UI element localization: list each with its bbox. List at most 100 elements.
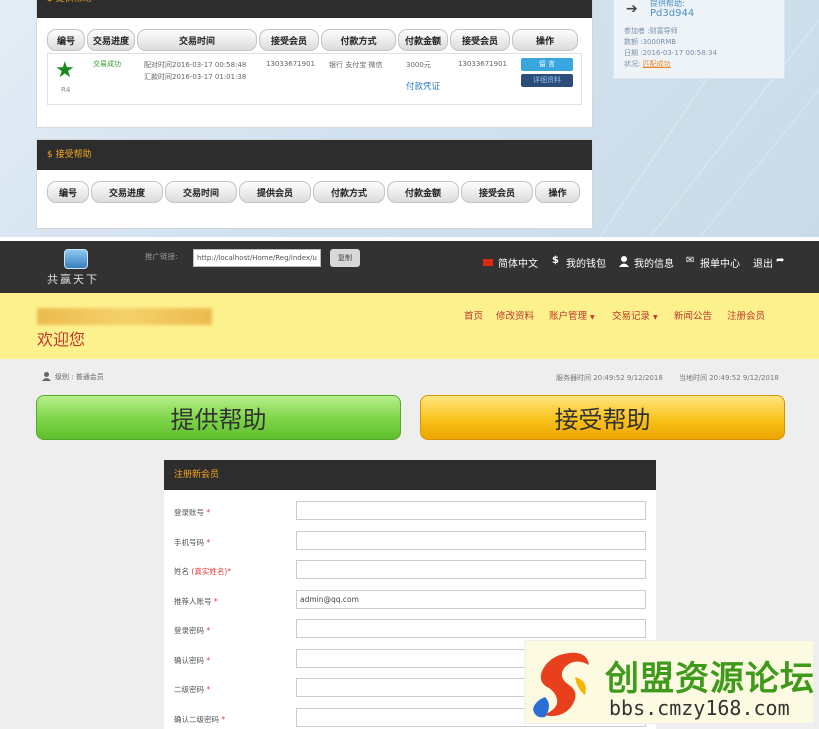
welcome-text: 欢迎您 <box>37 330 86 349</box>
menu-account[interactable]: 账户管理 ▼ <box>549 308 595 322</box>
wallet-icon: $ <box>552 255 559 266</box>
label-text: 手机号码 <box>174 538 204 547</box>
login-account-input[interactable] <box>296 501 646 520</box>
blurred-username <box>37 308 212 325</box>
menu-home[interactable]: 首页 <box>464 308 483 322</box>
transaction-area: $ 提供帮助 编号 交易进度 交易时间 接受会员 付款方式 付款金额 接受会员 … <box>0 0 819 237</box>
col-header: 编号 <box>47 181 89 203</box>
row-status: 交易成功 <box>93 60 121 68</box>
row-remit-time: 汇款时间2016-03-17 01:01:38 <box>144 73 247 81</box>
receive-help-button[interactable]: 接受帮助 <box>420 395 785 440</box>
menu-transactions-label: 交易记录 <box>612 311 651 322</box>
col-header: 提供会员 <box>239 181 311 203</box>
menu-edit-profile[interactable]: 修改资料 <box>496 308 534 322</box>
side-card-participant: 参加者 :财富导师 <box>624 27 678 35</box>
required-mark: * <box>206 656 211 665</box>
arrow-right-icon: ➔ <box>626 1 638 17</box>
message-button[interactable]: 留 言 <box>521 58 573 71</box>
china-flag-icon <box>483 259 493 266</box>
forum-watermark: 创盟资源论坛 bbs.cmzy168.com <box>524 640 814 724</box>
watermark-url: bbs.cmzy168.com <box>609 696 790 720</box>
logout-link[interactable]: 退出 <box>753 255 773 270</box>
label-text: 姓名 <box>174 567 189 576</box>
required-mark: * <box>227 567 231 576</box>
field-label-password: 登录密码 * <box>174 625 210 636</box>
label-text: 确认二级密码 <box>174 715 219 724</box>
label-text: 二级密码 <box>174 685 204 694</box>
phone-input[interactable] <box>296 531 646 550</box>
required-mark: * <box>213 597 218 606</box>
copy-button[interactable]: 复制 <box>330 249 360 267</box>
promo-url-input[interactable] <box>193 249 321 267</box>
finder-logo-icon <box>64 249 88 269</box>
label-text: 确认密码 <box>174 656 204 665</box>
col-header: 接受会员 <box>450 29 510 51</box>
menu-register[interactable]: 注册会员 <box>727 308 765 322</box>
label-text: 登录密码 <box>174 626 204 635</box>
side-card-status: 状况: 匹配成功 <box>624 59 717 70</box>
password-input[interactable] <box>296 619 646 638</box>
caret-down-icon: ▼ <box>653 314 658 321</box>
status-value: 匹配成功 <box>642 60 671 68</box>
col-header: 付款方式 <box>313 181 385 203</box>
name-hint: (真实姓名) <box>191 567 228 576</box>
user-icon <box>619 256 629 267</box>
col-header: 操作 <box>535 181 580 203</box>
field-label-confirm-second-password: 确认二级密码 * <box>174 714 225 725</box>
envelope-icon: ✉ <box>686 255 695 266</box>
required-mark: * <box>206 538 211 547</box>
referrer-input[interactable]: admin@qq.com <box>296 590 646 609</box>
register-title: 注册新会员 <box>164 460 656 490</box>
member-level: 级别 : 普通会员 <box>55 373 104 381</box>
offer-help-panel: $ 提供帮助 编号 交易进度 交易时间 接受会员 付款方式 付款金额 接受会员 … <box>36 0 593 128</box>
menu-news[interactable]: 新闻公告 <box>674 308 712 322</box>
table-header: 编号 交易进度 交易时间 接受会员 付款方式 付款金额 接受会员 操作 <box>47 29 582 51</box>
report-center-link[interactable]: 报单中心 <box>700 255 740 270</box>
col-header: 交易进度 <box>87 29 135 51</box>
row-match-time: 配对时间2016-03-17 00:58:48 <box>144 61 247 69</box>
col-header: 接受会员 <box>259 29 319 51</box>
col-header: 交易时间 <box>137 29 257 51</box>
voucher-link[interactable]: 付款凭证 <box>406 81 440 93</box>
col-header: 编号 <box>47 29 85 51</box>
status-label: 状况: <box>624 60 641 68</box>
watermark-name: 创盟资源论坛 <box>605 659 815 699</box>
welcome-header: 欢迎您 首页 修改资料 账户管理 ▼ 交易记录 ▼ 新闻公告 注册会员 <box>0 293 819 359</box>
menu-transactions[interactable]: 交易记录 ▼ <box>612 308 658 322</box>
required-mark: * <box>206 685 211 694</box>
side-card-amount: 数额 :3000RMB <box>624 38 677 46</box>
wallet-link[interactable]: 我的钱包 <box>566 255 606 270</box>
col-header: 付款方式 <box>321 29 396 51</box>
col-header: 接受会员 <box>461 181 533 203</box>
field-label-second-password: 二级密码 * <box>174 684 210 695</box>
row-amount: 3000元 <box>406 61 431 69</box>
row-code: R4 <box>61 86 71 94</box>
offer-help-button[interactable]: 提供帮助 <box>36 395 401 440</box>
col-header: 交易时间 <box>165 181 237 203</box>
watermark-logo-icon <box>533 652 589 718</box>
col-header: 付款金额 <box>387 181 459 203</box>
receive-help-panel: $ 接受帮助 编号 交易进度 交易时间 提供会员 付款方式 付款金额 接受会员 … <box>36 139 593 229</box>
top-navbar: 共赢天下 推广链接: 复制 简体中文 $ 我的钱包 我的信息 ✉ 报单中心 退出… <box>0 241 819 293</box>
row-member: 13033671901 <box>266 60 315 68</box>
local-time: 当地时间 20:49:52 9/12/2018 <box>679 374 779 382</box>
row-pay-method: 银行 支付宝 微信 <box>329 61 383 69</box>
field-label-login: 登录账号 * <box>174 507 210 518</box>
required-mark: * <box>206 626 211 635</box>
row-receiver: 13033671901 <box>458 60 507 68</box>
field-label-name: 姓名 (真实姓名)* <box>174 566 231 577</box>
server-time: 服务器时间 20:49:52 9/12/2018 <box>556 374 663 382</box>
my-info-link[interactable]: 我的信息 <box>634 255 674 270</box>
language-selector[interactable]: 简体中文 <box>498 255 538 270</box>
main-content: 级别 : 普通会员 服务器时间 20:49:52 9/12/2018 当地时间 … <box>0 359 819 729</box>
caret-down-icon: ▼ <box>590 314 595 321</box>
side-card-code: Pd3d944 <box>650 8 695 19</box>
side-card-date: 日期 :2016-03-17 00:58:34 <box>624 49 717 57</box>
real-name-input[interactable] <box>296 560 646 579</box>
field-label-confirm-password: 确认密码 * <box>174 655 210 666</box>
panel-title: $ 提供帮助 <box>37 0 592 18</box>
detail-button[interactable]: 详细资料 <box>521 74 573 87</box>
promo-label: 推广链接: <box>145 252 178 261</box>
side-card-details: 参加者 :财富导师 数额 :3000RMB 日期 :2016-03-17 00:… <box>624 26 717 70</box>
table-header: 编号 交易进度 交易时间 提供会员 付款方式 付款金额 接受会员 操作 <box>47 181 582 203</box>
